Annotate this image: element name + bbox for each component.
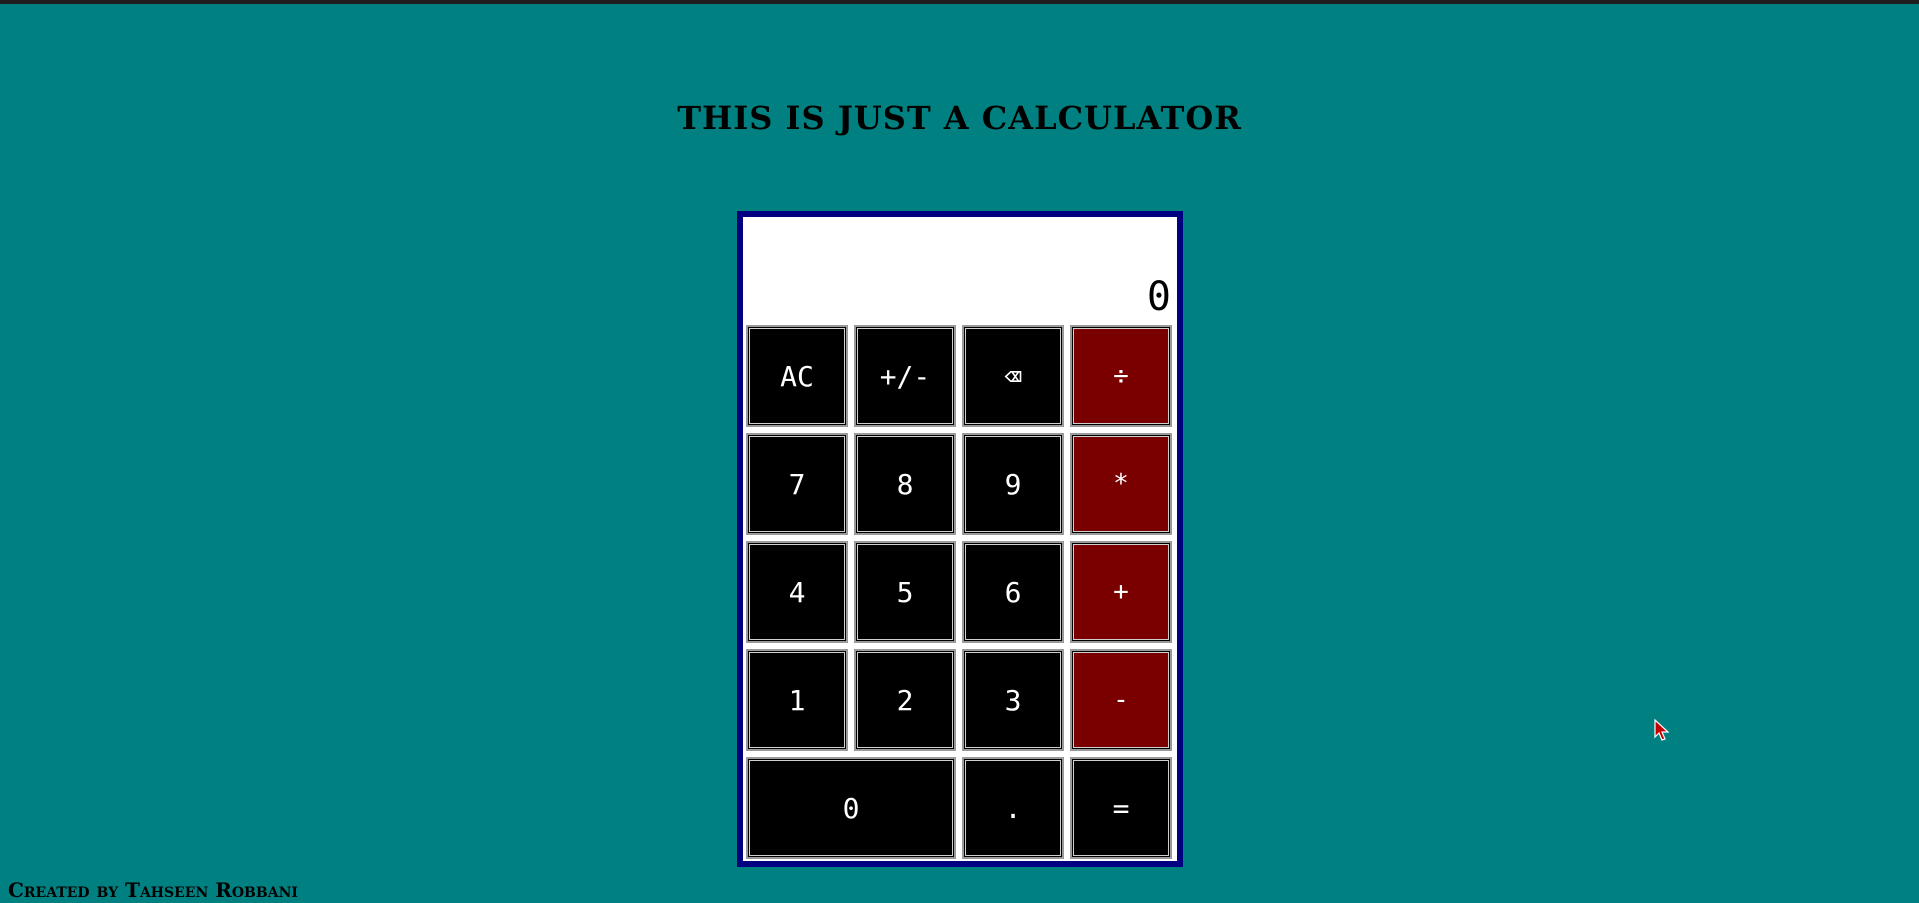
digit-1-button[interactable]: 1 [746, 649, 848, 751]
backspace-button[interactable]: ⌫ [962, 325, 1064, 427]
subtract-button[interactable]: - [1070, 649, 1172, 751]
toggle-sign-button[interactable]: +/- [854, 325, 956, 427]
digit-3-button[interactable]: 3 [962, 649, 1064, 751]
all-clear-button[interactable]: AC [746, 325, 848, 427]
window-top-strip [0, 0, 1919, 4]
digit-2-button[interactable]: 2 [854, 649, 956, 751]
multiply-button[interactable]: * [1070, 433, 1172, 535]
digit-9-button[interactable]: 9 [962, 433, 1064, 535]
equals-button[interactable]: = [1070, 757, 1172, 859]
add-button[interactable]: + [1070, 541, 1172, 643]
digit-0-button[interactable]: 0 [746, 757, 956, 859]
digit-4-button[interactable]: 4 [746, 541, 848, 643]
mouse-pointer-icon [1654, 719, 1670, 741]
calculator-display: 0 [743, 217, 1177, 321]
display-value: 0 [1146, 274, 1171, 320]
decimal-button[interactable]: . [962, 757, 1064, 859]
digit-7-button[interactable]: 7 [746, 433, 848, 535]
divide-button[interactable]: ÷ [1070, 325, 1172, 427]
footer-credit: Created by Tahseen Robbani [8, 878, 298, 902]
page-title: THIS IS JUST A CALCULATOR [677, 99, 1242, 137]
calculator: 0 AC +/- ⌫ ÷ 7 8 9 * 4 5 6 + 1 2 3 - 0 .… [737, 211, 1183, 867]
digit-5-button[interactable]: 5 [854, 541, 956, 643]
digit-8-button[interactable]: 8 [854, 433, 956, 535]
digit-6-button[interactable]: 6 [962, 541, 1064, 643]
